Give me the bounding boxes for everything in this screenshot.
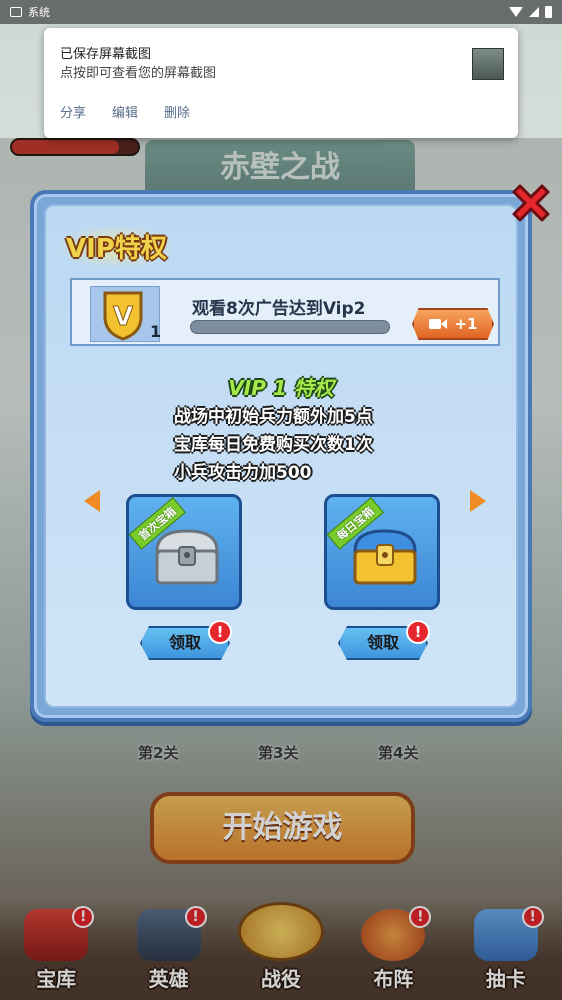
privilege-title: VIP 1 特权 <box>228 376 334 400</box>
watch-ad-button[interactable]: +1 <box>412 308 494 340</box>
alert-badge: ! <box>184 906 207 928</box>
vip-dialog: VIP特权 V 1 观看8次广告达到Vip2 +1 VIP 1 特权 战场中初始… <box>30 190 532 722</box>
start-game-button[interactable]: 开始游戏 <box>150 792 415 864</box>
campaign-flag-icon <box>237 902 324 961</box>
alert-badge: ! <box>72 906 95 928</box>
health-bar <box>10 138 140 156</box>
watch-ad-label: +1 <box>454 315 478 333</box>
silver-chest-icon <box>155 529 219 585</box>
nav-label: 布阵 <box>373 967 414 991</box>
delete-action[interactable]: 删除 <box>164 102 190 121</box>
gold-chest-icon <box>353 529 417 585</box>
alert-badge: ! <box>406 620 430 644</box>
signal-icon <box>529 7 539 17</box>
screenshot-notification[interactable]: 已保存屏幕截图 点按即可查看您的屏幕截图 分享 编辑 删除 <box>44 28 518 138</box>
video-camera-icon <box>429 319 448 329</box>
first-chest-card[interactable]: 首次宝箱 <box>126 494 242 610</box>
bottom-nav: 宝库 ! 英雄 ! 战役 布阵 ! 抽卡 ! <box>0 900 562 1000</box>
level-label-4[interactable]: 第4关 <box>378 742 418 763</box>
privilege-line-2: 宝库每日免费购买次数1次 <box>174 435 373 455</box>
nav-label: 宝库 <box>36 967 77 991</box>
image-icon <box>10 7 22 17</box>
nav-item-formation[interactable]: 布阵 ! <box>345 902 441 992</box>
battery-icon <box>545 6 552 18</box>
close-icon <box>512 184 550 222</box>
share-action[interactable]: 分享 <box>60 102 86 121</box>
level-label-2[interactable]: 第2关 <box>138 742 178 763</box>
stage-title-banner: 赤壁之战 <box>145 140 415 196</box>
status-icons <box>509 6 552 18</box>
vip-progress-bar <box>190 320 390 334</box>
privilege-line-3: 小兵攻击力加500 <box>174 463 312 483</box>
screenshot-thumbnail[interactable] <box>472 48 504 80</box>
nav-label: 英雄 <box>148 967 189 991</box>
vip-progress-text: 观看8次广告达到Vip2 <box>192 299 366 319</box>
nav-item-treasury[interactable]: 宝库 ! <box>8 902 104 992</box>
alert-badge: ! <box>521 906 544 928</box>
wifi-icon <box>509 7 523 17</box>
alert-badge: ! <box>208 620 232 644</box>
vip-level-number: 1 <box>150 322 162 341</box>
notification-actions: 分享 编辑 删除 <box>60 102 502 121</box>
vip-dialog-title: VIP特权 <box>56 224 177 269</box>
notification-text: 点按即可查看您的屏幕截图 <box>60 66 217 81</box>
vip-progress-row: V 1 观看8次广告达到Vip2 +1 <box>70 278 500 346</box>
privilege-line-1: 战场中初始兵力额外加5点 <box>174 407 373 427</box>
nav-item-campaign[interactable]: 战役 <box>233 902 329 992</box>
edit-action[interactable]: 编辑 <box>112 102 138 121</box>
nav-item-heroes[interactable]: 英雄 ! <box>121 902 217 992</box>
alert-badge: ! <box>409 906 432 928</box>
level-label-3[interactable]: 第3关 <box>258 742 298 763</box>
daily-chest-card[interactable]: 每日宝箱 <box>324 494 440 610</box>
svg-text:V: V <box>113 302 133 332</box>
previous-arrow-icon[interactable] <box>84 490 100 512</box>
nav-label: 战役 <box>260 967 301 991</box>
close-button[interactable] <box>506 178 556 228</box>
next-arrow-icon[interactable] <box>470 490 486 512</box>
nav-item-draw-card[interactable]: 抽卡 ! <box>458 902 554 992</box>
notification-title: 已保存屏幕截图 <box>60 47 152 62</box>
status-bar: 系统 <box>0 0 562 24</box>
status-app-label: 系统 <box>28 6 50 19</box>
nav-label: 抽卡 <box>485 967 526 991</box>
